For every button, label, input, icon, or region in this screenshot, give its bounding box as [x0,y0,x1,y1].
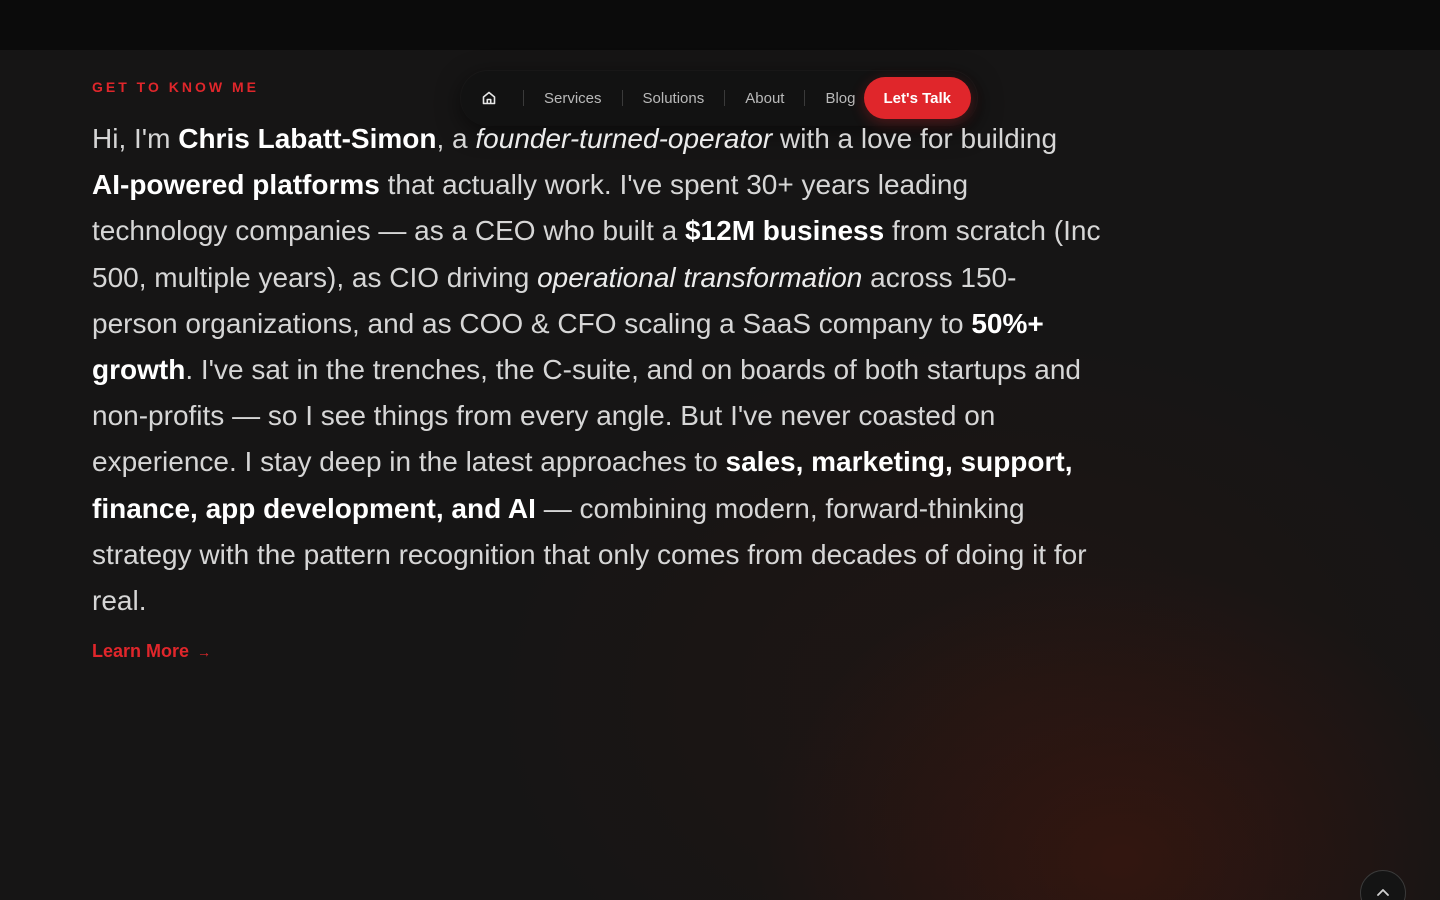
lets-talk-button[interactable]: Let's Talk [863,77,971,119]
nav-divider [523,90,524,106]
bio-role: founder-turned-operator [475,123,773,154]
bio-transformation: operational transformation [537,261,863,293]
bio-name: Chris Labatt-Simon [178,123,437,154]
bio-text: , a [436,123,476,154]
bio-paragraph: Hi, I'm Chris Labatt-Simon, a founder-tu… [92,116,1102,624]
chevron-up-icon [1376,885,1390,900]
nav-item-services[interactable]: Services [544,90,602,107]
nav-divider [621,90,623,106]
learn-more-label: Learn More [92,641,190,661]
nav-item-about[interactable]: About [745,90,784,107]
bio-text: with a love for building [772,123,1058,154]
nav-item-blog[interactable]: Blog [825,90,855,107]
nav-item-solutions[interactable]: Solutions [643,90,705,107]
home-icon[interactable] [475,84,503,112]
nav-divider [804,90,806,106]
section-eyebrow: GET TO KNOW ME [92,79,259,95]
bio-platforms: AI-powered platforms [92,169,380,201]
nav-divider [724,90,726,106]
scroll-to-top-button[interactable] [1360,870,1406,900]
bio-business: $12M business [684,215,885,247]
arrow-right-icon: → [197,643,212,660]
top-strip [0,0,1440,50]
learn-more-link[interactable]: Learn More → [92,641,211,662]
page: Services Solutions About Blog Let's Talk… [0,0,1440,900]
bio-text: Hi, I'm [92,123,179,154]
